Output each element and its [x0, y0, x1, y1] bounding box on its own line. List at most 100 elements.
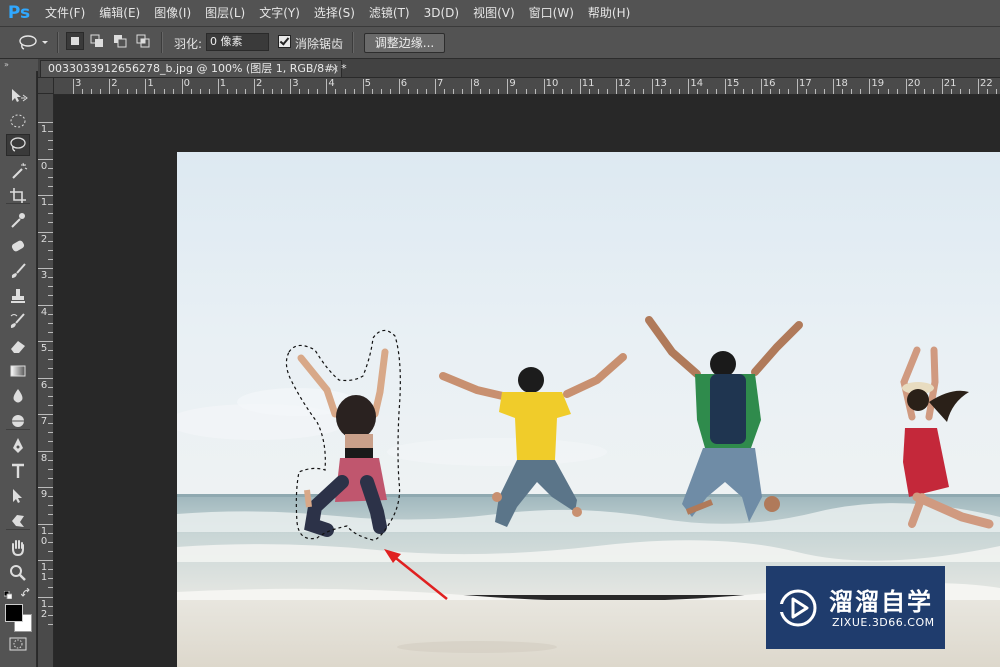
- ruler-minor-tick: [48, 514, 53, 516]
- swap-arrow-icon: [20, 587, 30, 597]
- ruler-corner[interactable]: [38, 78, 54, 94]
- marquee-tool[interactable]: [6, 110, 30, 132]
- menu-view[interactable]: 视图(V): [466, 0, 522, 26]
- menu-filter[interactable]: 滤镜(T): [362, 0, 417, 26]
- menu-3d[interactable]: 3D(D): [417, 0, 466, 26]
- ruler-minor-tick: [425, 89, 427, 94]
- path-selection-tool[interactable]: [6, 485, 30, 507]
- ruler-minor-tick: [896, 89, 898, 94]
- toolbox-collapse-toggle[interactable]: »: [0, 59, 38, 71]
- menu-select[interactable]: 选择(S): [307, 0, 362, 26]
- move-tool[interactable]: [6, 85, 30, 107]
- ruler-label: 5: [364, 78, 371, 89]
- ruler-major-tick: [254, 79, 255, 94]
- ruler-label: 8: [40, 452, 48, 464]
- eraser-tool[interactable]: [6, 335, 30, 357]
- ruler-minor-tick: [407, 89, 409, 94]
- lasso-icon: [10, 137, 26, 152]
- ruler-major-tick: [38, 195, 53, 196]
- ruler-minor-tick: [299, 89, 301, 94]
- ruler-label: 19: [871, 78, 885, 89]
- menu-layer[interactable]: 图层(L): [198, 0, 252, 26]
- ruler-minor-tick: [48, 213, 53, 215]
- quick-mask-button[interactable]: [9, 637, 27, 651]
- ruler-label: 3: [75, 78, 82, 89]
- ruler-minor-tick: [48, 258, 53, 260]
- ruler-label: 16: [762, 78, 776, 89]
- foreground-color-swatch[interactable]: [5, 604, 23, 622]
- ruler-minor-tick: [48, 286, 53, 288]
- ruler-label: 3: [40, 270, 48, 281]
- menu-bar: Ps 文件(F) 编辑(E) 图像(I) 图层(L) 文字(Y) 选择(S) 滤…: [0, 0, 1000, 27]
- ruler-label: 6: [40, 379, 48, 391]
- refine-edge-button[interactable]: 调整边缘...: [364, 33, 445, 53]
- ruler-minor-tick: [462, 89, 464, 94]
- ruler-minor-tick: [389, 89, 391, 94]
- ruler-minor-tick: [806, 89, 808, 94]
- history-brush-icon: [10, 313, 25, 328]
- type-tool[interactable]: [6, 460, 30, 482]
- ruler-minor-tick: [561, 89, 563, 94]
- pen-tool[interactable]: [6, 435, 30, 457]
- history-brush-tool[interactable]: [6, 310, 30, 332]
- ruler-minor-tick: [48, 423, 53, 425]
- blur-tool[interactable]: [6, 385, 30, 407]
- ruler-minor-tick: [154, 89, 156, 94]
- menu-image[interactable]: 图像(I): [147, 0, 198, 26]
- ruler-label: 17: [799, 78, 812, 89]
- menu-file[interactable]: 文件(F): [38, 0, 92, 26]
- menu-type[interactable]: 文字(Y): [252, 0, 307, 26]
- tool-preset-picker[interactable]: [16, 33, 50, 51]
- gradient-tool[interactable]: [6, 360, 30, 382]
- ruler-minor-tick: [697, 89, 699, 94]
- subtract-from-selection-button[interactable]: [113, 34, 127, 48]
- ruler-major-tick: [543, 79, 545, 94]
- ruler-minor-tick: [824, 89, 826, 94]
- menu-window[interactable]: 窗口(W): [522, 0, 581, 26]
- ruler-label: 11: [581, 78, 595, 89]
- toolbox-separator: [6, 529, 30, 530]
- ruler-minor-tick: [453, 89, 455, 94]
- add-to-selection-button[interactable]: [90, 34, 104, 48]
- lasso-tool[interactable]: [6, 134, 30, 156]
- vertical-ruler[interactable]: 101234567891 01 11 2: [38, 94, 54, 667]
- clone-stamp-tool[interactable]: [6, 285, 30, 307]
- magic-wand-icon: [12, 162, 28, 179]
- ruler-minor-tick: [48, 204, 53, 206]
- ruler-major-tick: [290, 79, 292, 94]
- ruler-minor-tick: [634, 89, 636, 94]
- lasso-icon: [19, 35, 48, 50]
- ruler-minor-tick: [82, 89, 84, 94]
- magic-wand-tool[interactable]: [6, 160, 30, 182]
- brush-icon: [11, 263, 26, 278]
- feather-input[interactable]: 0 像素: [206, 33, 269, 51]
- ruler-minor-tick: [516, 89, 518, 94]
- ruler-label: 14: [690, 78, 704, 89]
- zoom-tool[interactable]: [6, 562, 30, 584]
- new-selection-button[interactable]: [66, 32, 84, 50]
- ruler-minor-tick: [48, 386, 53, 388]
- ruler-major-tick: [941, 79, 943, 94]
- horizontal-ruler[interactable]: 3 2 1 0 1 2 3 4 5 6 7 8 9 10 11 12 13 14 15 16 17 18 19 20 21 22: [54, 78, 1000, 95]
- ruler-major-tick: [652, 79, 654, 94]
- ruler-minor-tick: [480, 89, 482, 94]
- intersect-selection-button[interactable]: [136, 34, 150, 48]
- ruler-minor-tick: [48, 149, 53, 151]
- close-icon[interactable]: ×: [330, 61, 339, 77]
- anti-alias-checkbox[interactable]: [278, 35, 291, 48]
- menu-help[interactable]: 帮助(H): [581, 0, 637, 26]
- healing-brush-tool[interactable]: [6, 235, 30, 257]
- ruler-major-tick: [38, 450, 53, 452]
- document-tab[interactable]: 0033033912656278_b.jpg @ 100% (图层 1, RGB…: [40, 60, 347, 77]
- anti-alias-label: 消除锯齿: [295, 37, 344, 51]
- hand-tool[interactable]: [6, 537, 30, 559]
- brush-tool[interactable]: [6, 260, 30, 282]
- clone-stamp-icon: [11, 289, 25, 303]
- healing-brush-icon: [11, 240, 25, 252]
- default-colors-icon[interactable]: [3, 588, 13, 600]
- ruler-minor-tick: [48, 441, 53, 443]
- type-icon: [12, 463, 24, 478]
- menu-edit[interactable]: 编辑(E): [92, 0, 147, 26]
- eyedropper-tool[interactable]: [6, 209, 30, 231]
- swap-colors-icon[interactable]: [20, 587, 31, 597]
